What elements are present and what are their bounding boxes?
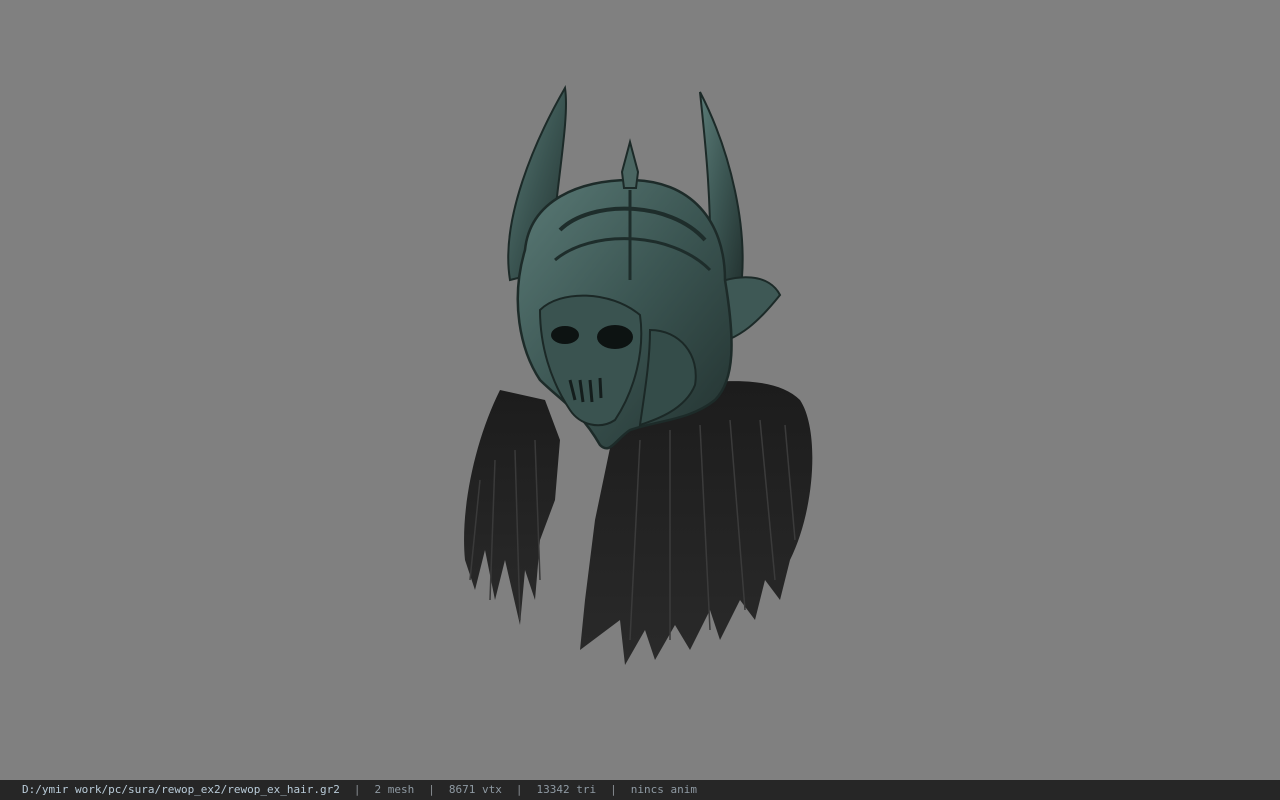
vertex-count: 8671 vtx [448, 783, 502, 796]
separator: | [515, 783, 523, 796]
separator: | [353, 783, 361, 796]
mesh-count: 2 mesh [374, 783, 415, 796]
hair-left [464, 390, 560, 625]
eye-socket-left [551, 326, 579, 344]
file-path: D:/ymir work/pc/sura/rewop_ex2/rewop_ex_… [22, 783, 340, 796]
status-bar: D:/ymir work/pc/sura/rewop_ex2/rewop_ex_… [0, 780, 1280, 800]
separator: | [428, 783, 435, 796]
3d-viewport[interactable] [0, 0, 1280, 780]
model-viewer-window: D:/ymir work/pc/sura/rewop_ex2/rewop_ex_… [0, 0, 1280, 800]
eye-socket-right [597, 325, 633, 349]
helmet-with-hair-model[interactable] [440, 80, 830, 670]
helmet-spike [620, 138, 640, 189]
separator: | [610, 783, 617, 796]
animation-status: nincs anim [630, 783, 697, 796]
triangle-count: 13342 tri [536, 783, 597, 796]
